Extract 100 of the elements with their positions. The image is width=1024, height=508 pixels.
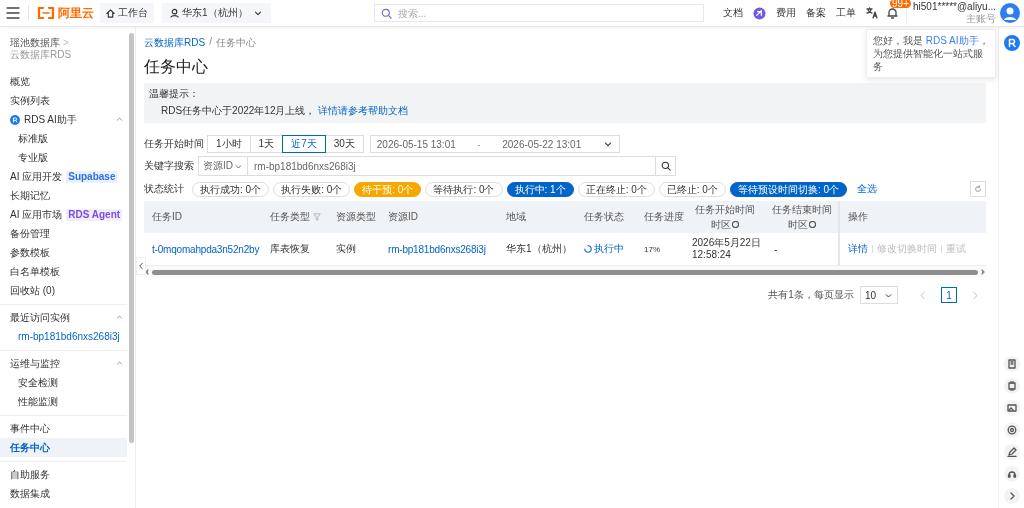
breadcrumb-link[interactable]: 瑶池数据库 — [10, 37, 60, 49]
assistant-link[interactable]: RDS AI助手 — [925, 35, 979, 46]
sidebar-item[interactable]: 运维与监控 — [0, 354, 127, 373]
column-header: 操作 — [838, 201, 986, 233]
page-size-select[interactable]: 10 — [859, 286, 898, 304]
task-id-link[interactable]: t-0mqomahpda3n52n2by — [152, 243, 260, 255]
breadcrumb-link[interactable]: 任务中心 — [215, 36, 256, 50]
sidebar-item[interactable]: RDS AI助手 — [0, 110, 127, 129]
search-icon — [660, 161, 671, 171]
notice-title: 温馨提示： — [149, 87, 200, 101]
bell-icon[interactable] — [887, 7, 898, 19]
translate-icon[interactable] — [866, 7, 878, 19]
sidebar-item[interactable]: 白名单模板 — [0, 262, 127, 281]
notice-text: RDS任务中心于2022年12月上线， 详情请参考帮助文档 — [161, 104, 410, 118]
column-header: 任务开始时间 时区 — [684, 201, 766, 233]
sidebar-item[interactable]: 专业版 — [0, 148, 127, 167]
assistant-tooltip: 您好，我是 RDS AI助手，为您提供智能化一站式服务 — [866, 29, 996, 78]
scroll-right-icon — [980, 269, 986, 275]
column-header: 资源ID — [380, 201, 498, 233]
help-doc-link[interactable]: 详情请参考帮助文档 — [318, 105, 409, 116]
nav-link[interactable]: 工单 — [836, 6, 856, 20]
assistant-icon — [10, 114, 20, 125]
logo-icon — [37, 7, 55, 19]
search-input[interactable]: 搜索... — [398, 7, 697, 19]
sidebar-item[interactable]: AI 应用开发 Supabase — [0, 167, 127, 186]
sidebar-item[interactable]: 实例列表 — [0, 91, 127, 110]
sidebar-item[interactable]: 最近访问实例 — [0, 308, 127, 327]
document-icon[interactable] — [1006, 359, 1017, 369]
collapse-button[interactable] — [136, 257, 146, 275]
nav-link[interactable]: 备案 — [806, 6, 826, 20]
sidebar-item[interactable]: 回收站 (0) — [0, 281, 127, 300]
column-header: 资源类型 — [328, 201, 380, 233]
avatar-icon[interactable] — [1000, 3, 1020, 23]
scroll-left-icon — [144, 269, 150, 275]
account-role: 主账号 — [966, 13, 996, 25]
resource-id-link[interactable]: rm-bp181bd6nxs268i3j — [388, 243, 486, 255]
page-button[interactable]: 1 — [941, 287, 957, 303]
refresh-icon — [974, 185, 982, 193]
status-chip[interactable]: 执行中: 1个 — [506, 181, 574, 197]
headset-icon[interactable] — [1006, 469, 1017, 479]
status-chip[interactable]: 正在终止: 0个 — [577, 181, 655, 197]
sidebar-item[interactable]: 备份管理 — [0, 224, 127, 243]
status-chip[interactable]: 执行失败: 0个 — [273, 181, 351, 197]
sidebar-item[interactable]: 任务中心 — [0, 438, 127, 457]
spark-icon[interactable] — [753, 6, 766, 20]
time-range-tab[interactable]: 近7天 — [282, 135, 326, 153]
breadcrumb-link[interactable]: 云数据库RDS — [144, 36, 206, 50]
time-range-tab[interactable]: 1天 — [249, 135, 284, 153]
time-range-tab[interactable]: 1小时 — [207, 135, 251, 153]
sidebar-item[interactable]: 自助服务 — [0, 465, 127, 484]
sidebar-item[interactable]: 安全检测 — [0, 373, 127, 392]
sidebar-item[interactable]: 长期记忆 — [0, 186, 127, 205]
sidebar-item[interactable]: 参数模板 — [0, 243, 127, 262]
column-header: 任务ID — [144, 201, 262, 233]
menu-tag: Supabase — [66, 170, 118, 183]
keyword-field[interactable]: rm-bp181bd6nxs268i3j — [248, 156, 656, 176]
chevron-down-icon — [253, 8, 264, 18]
field-select[interactable]: 资源ID — [198, 156, 248, 176]
action-link[interactable]: 详情 — [848, 242, 868, 256]
status-chip[interactable]: 已终止: 0个 — [658, 181, 726, 197]
filter-label: 关键字搜索 — [144, 159, 194, 173]
menu-icon[interactable] — [6, 7, 20, 19]
filter-label: 任务开始时间 — [144, 137, 204, 151]
chevron-left-icon — [137, 261, 145, 271]
status-chip[interactable]: 等待执行: 0个 — [425, 181, 503, 197]
breadcrumb-separator: > — [63, 37, 69, 49]
chevron-down-icon — [602, 139, 613, 149]
column-header: 任务结束时间 时区 — [766, 201, 838, 233]
search-field[interactable]: 搜索... — [374, 4, 704, 22]
date-range-field[interactable]: 2026-05-15 13:01 - 2026-05-22 13:01 — [369, 135, 620, 153]
sidebar-item[interactable]: AI 应用市场 RDS Agent — [0, 205, 127, 224]
region-select[interactable]: 华东1（杭州） — [162, 3, 272, 23]
pen-icon[interactable] — [1006, 447, 1017, 457]
sidebar-item[interactable]: 标准版 — [0, 129, 127, 148]
notification-badge: 99+ — [890, 0, 911, 8]
sidebar-item[interactable]: 数据集成 — [0, 484, 127, 503]
status-chip[interactable]: 等待预设时间切换: 0个 — [729, 181, 847, 197]
column-header: 任务状态 — [576, 201, 636, 233]
nav-link[interactable]: 文档 — [723, 6, 743, 20]
chip-icon[interactable] — [1006, 381, 1017, 391]
time-range-tab[interactable]: 30天 — [324, 135, 364, 153]
nav-link[interactable]: 费用 — [776, 6, 796, 20]
workbench-button[interactable]: 工作台 — [100, 3, 154, 23]
search-icon — [381, 7, 392, 19]
select-all-link[interactable]: 全选 — [857, 182, 877, 196]
image-icon[interactable] — [1006, 403, 1017, 413]
logo-text: 阿里云 — [58, 4, 94, 22]
sidebar-item[interactable]: rm-bp181bd6nxs268i3j — [0, 327, 127, 346]
status-chip[interactable]: 执行成功: 0个 — [192, 181, 270, 197]
page-title: 任务中心 — [144, 57, 208, 77]
sidebar-item[interactable]: 性能监测 — [0, 392, 127, 411]
account-email[interactable]: hi501*****@aliyu... — [913, 1, 996, 13]
sidebar-item[interactable]: 事件中心 — [0, 419, 127, 438]
column-header: 任务进度 — [636, 201, 684, 233]
sidebar-item[interactable]: 概览 — [0, 72, 127, 91]
assistant-icon[interactable] — [1003, 35, 1020, 51]
pagination-summary: 共有1条，每页显示 — [768, 288, 854, 302]
search-button[interactable] — [656, 156, 676, 176]
status-link[interactable]: 执行中 — [584, 242, 624, 256]
column-header: 地域 — [498, 201, 576, 233]
